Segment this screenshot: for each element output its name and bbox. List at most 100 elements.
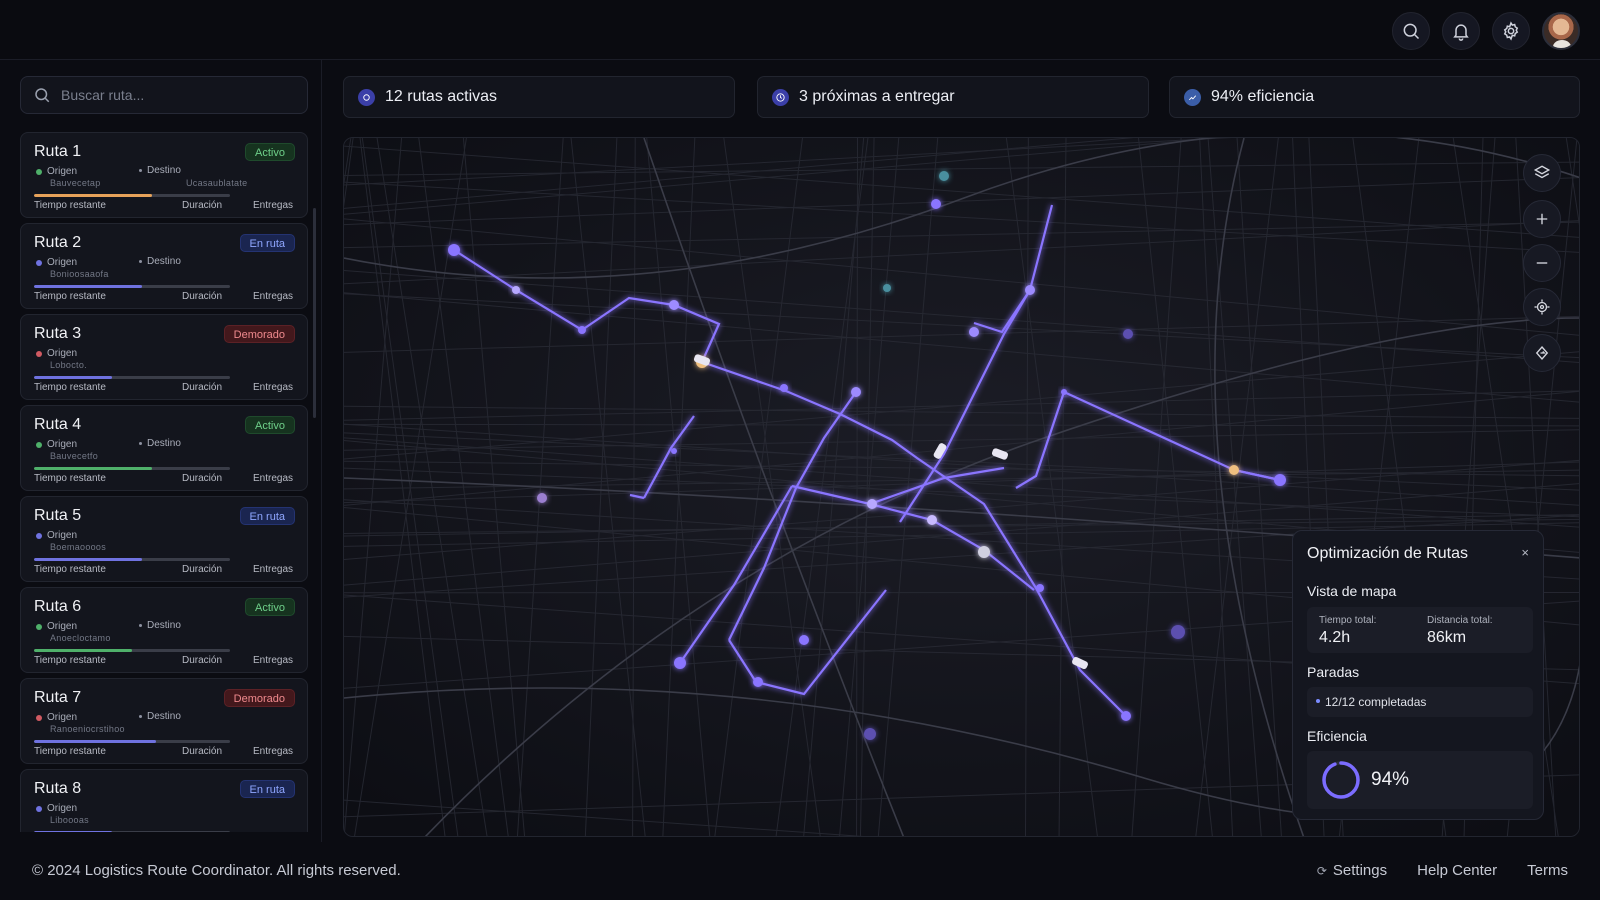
duration-label: Duración: [182, 473, 223, 484]
duration-label: Duración: [182, 382, 223, 393]
status-badge: En ruta: [239, 234, 295, 252]
destination-dot: [139, 715, 142, 718]
route-node[interactable]: [578, 326, 586, 334]
route-node[interactable]: [669, 300, 679, 310]
origin-label: Origen: [47, 530, 78, 541]
route-sidebar: Ruta 1 Activo Origen Bauvecetap Destino …: [0, 60, 322, 842]
route-node[interactable]: [883, 284, 891, 292]
route-node[interactable]: [939, 171, 949, 181]
route-search[interactable]: [20, 76, 308, 114]
route-node[interactable]: [1123, 329, 1133, 339]
route-node[interactable]: [799, 635, 809, 645]
sidebar-scrollbar[interactable]: [313, 208, 316, 418]
top-actions: [1392, 12, 1580, 50]
time-remaining-label: Tiempo restante: [34, 655, 106, 666]
stat-label: 12 rutas activas: [385, 88, 498, 105]
route-node[interactable]: [851, 387, 861, 397]
stops-heading: Paradas: [1307, 664, 1360, 680]
route-card[interactable]: Ruta 2 En ruta Origen Bonioosaaofa Desti…: [20, 223, 308, 309]
origin-value: Anoecloctamo: [50, 633, 111, 643]
origin-value: Bauvecetap: [50, 178, 101, 188]
time-remaining-label: Tiempo restante: [34, 473, 106, 484]
efficiency-value: 94%: [1371, 769, 1410, 790]
duration-label: Duración: [182, 746, 223, 757]
zoom-in-icon[interactable]: [1523, 200, 1561, 238]
footer-link-settings[interactable]: ⟳ Settings: [1317, 862, 1387, 879]
route-node[interactable]: [1274, 474, 1286, 486]
origin-value: Liboooas: [50, 815, 89, 825]
route-card[interactable]: Ruta 6 Activo Origen Anoecloctamo Destin…: [20, 587, 308, 673]
route-node[interactable]: [512, 286, 520, 294]
destination-point: Destino: [139, 165, 181, 176]
route-card[interactable]: Ruta 8 En ruta Origen Liboooas Tiempo re…: [20, 769, 308, 832]
deliveries-label: Entregas: [253, 564, 294, 575]
route-node[interactable]: [1061, 389, 1067, 395]
route-node[interactable]: [1036, 584, 1044, 592]
time-remaining-label: Tiempo restante: [34, 382, 106, 393]
zoom-out-icon[interactable]: [1523, 244, 1561, 282]
route-name: Ruta 1: [34, 143, 82, 160]
origin-label: Origen: [47, 621, 78, 632]
route-progress-fill: [34, 831, 113, 832]
origin-point: Origen: [36, 439, 77, 450]
search-input[interactable]: [61, 87, 281, 103]
route-node[interactable]: [537, 493, 547, 503]
route-card[interactable]: Ruta 7 Demorado Origen Ranoeniocrstihoo …: [20, 678, 308, 764]
route-node[interactable]: [867, 499, 877, 509]
route-node[interactable]: [978, 546, 990, 558]
locate-icon[interactable]: [1523, 288, 1561, 326]
route-progress: [34, 831, 230, 832]
origin-label: Origen: [47, 348, 78, 359]
route-node[interactable]: [448, 244, 460, 256]
route-node[interactable]: [1171, 625, 1185, 639]
origin-value: Bonioosaaofa: [50, 269, 109, 279]
route-node[interactable]: [1121, 711, 1131, 721]
footer-link-terms[interactable]: Terms: [1527, 862, 1568, 879]
route-card[interactable]: Ruta 3 Demorado Origen Lobocto. Tiempo r…: [20, 314, 308, 400]
stat-efficiency: 94% eficiencia: [1169, 76, 1580, 118]
destination-point: Destino: [139, 256, 181, 267]
footer-link-help[interactable]: Help Center: [1417, 862, 1497, 879]
route-node[interactable]: [931, 199, 941, 209]
deliveries-label: Entregas: [253, 655, 294, 666]
gear-icon[interactable]: [1492, 12, 1530, 50]
origin-value: Boemaoooos: [50, 542, 107, 552]
route-card[interactable]: Ruta 5 En ruta Origen Boemaoooos Tiempo …: [20, 496, 308, 582]
route-node[interactable]: [969, 327, 979, 337]
destination-dot: [139, 169, 142, 172]
destination-point: Destino: [139, 711, 181, 722]
route-node[interactable]: [927, 515, 937, 525]
layers-icon[interactable]: [1523, 154, 1561, 192]
route-card[interactable]: Ruta 1 Activo Origen Bauvecetap Destino …: [20, 132, 308, 218]
route-node[interactable]: [864, 728, 876, 740]
totals-box: Tiempo total: 4.2h Distancia total: 86km: [1307, 607, 1533, 653]
user-avatar[interactable]: [1542, 12, 1580, 50]
time-remaining-label: Tiempo restante: [34, 291, 106, 302]
origin-point: Origen: [36, 348, 77, 359]
navigate-icon[interactable]: [1523, 334, 1561, 372]
route-map[interactable]: Optimización de Rutas × Vista de mapa Ti…: [343, 137, 1580, 837]
copyright: © 2024 Logistics Route Coordinator. All …: [32, 862, 401, 879]
route-progress-fill: [34, 558, 142, 561]
status-badge: Activo: [245, 416, 295, 434]
route-node[interactable]: [780, 384, 788, 392]
origin-label: Origen: [47, 803, 78, 814]
destination-label: Destino: [147, 256, 181, 267]
close-icon[interactable]: ×: [1521, 545, 1529, 560]
efficiency-heading: Eficiencia: [1307, 728, 1367, 744]
route-node[interactable]: [674, 657, 686, 669]
stops-dot: [1316, 699, 1320, 703]
route-node[interactable]: [671, 448, 677, 454]
destination-label: Destino: [147, 438, 181, 449]
time-remaining-label: Tiempo restante: [34, 200, 106, 211]
route-progress: [34, 467, 230, 470]
route-card[interactable]: Ruta 4 Activo Origen Bauvecetfo Destino …: [20, 405, 308, 491]
time-remaining-label: Tiempo restante: [34, 564, 106, 575]
bell-icon[interactable]: [1442, 12, 1480, 50]
route-node[interactable]: [753, 677, 763, 687]
stat-label: 94% eficiencia: [1211, 88, 1315, 105]
route-node[interactable]: [1025, 285, 1035, 295]
search-icon[interactable]: [1392, 12, 1430, 50]
route-progress: [34, 740, 230, 743]
route-node[interactable]: [1229, 465, 1239, 475]
